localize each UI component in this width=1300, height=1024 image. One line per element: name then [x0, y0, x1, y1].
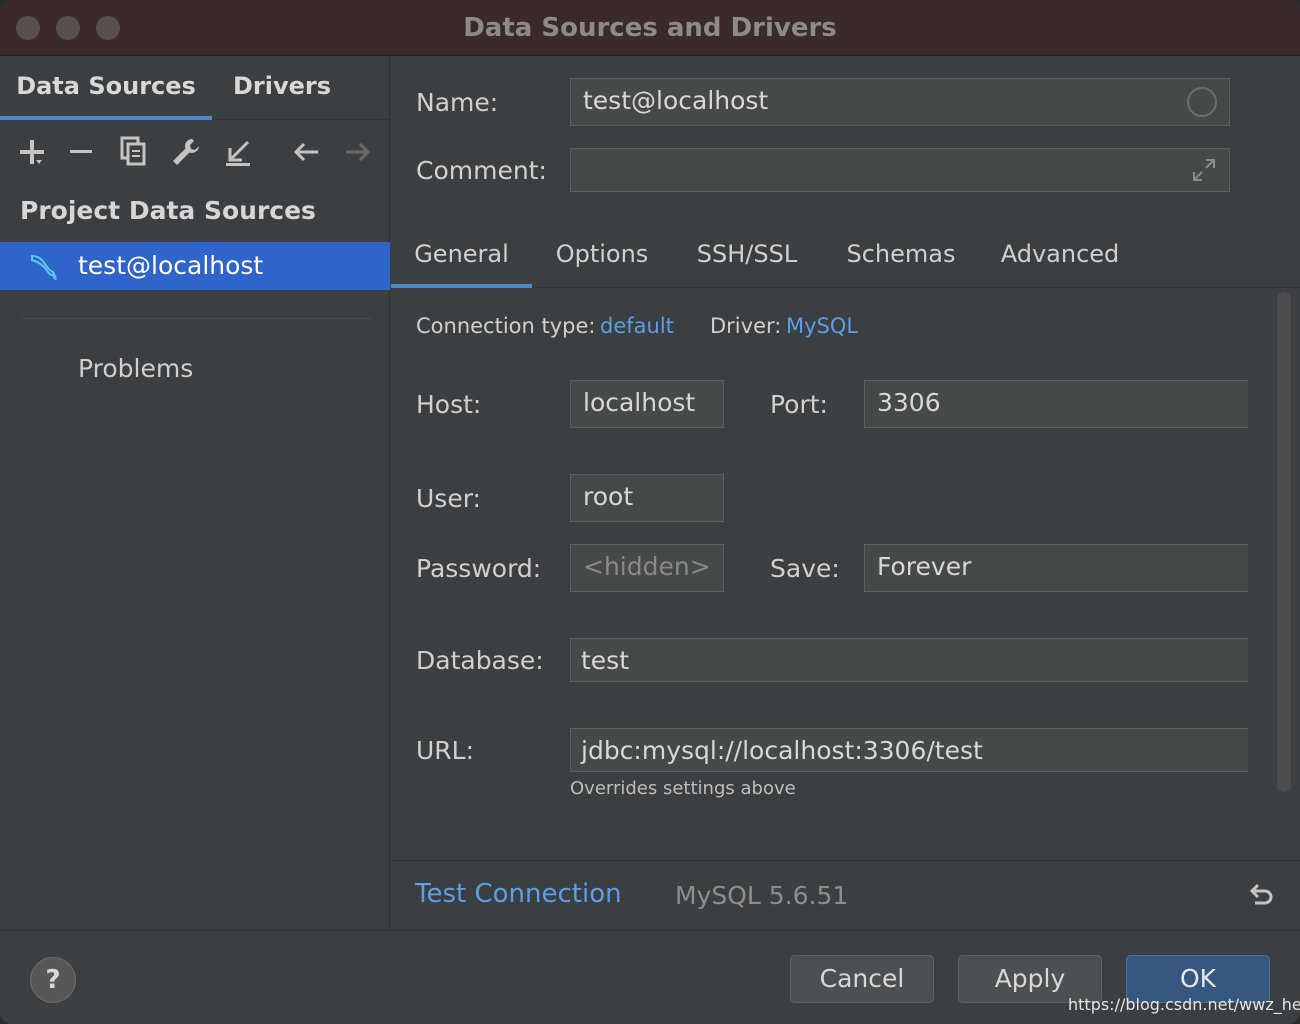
back-button[interactable]	[290, 132, 326, 172]
mysql-dolphin-icon	[31, 254, 57, 281]
status-circle-icon	[1187, 87, 1217, 117]
help-button[interactable]: ?	[30, 957, 76, 1003]
problems-item[interactable]: Problems	[78, 354, 193, 383]
right-panel: Name: test@localhost Comment: General Op…	[391, 56, 1300, 930]
left-panel: Data Sources Drivers Project Data Source…	[0, 56, 390, 930]
driver-link[interactable]: MySQL	[786, 314, 858, 338]
right-bottom-bar: Test Connection MySQL 5.6.51	[391, 860, 1300, 930]
comment-field[interactable]	[570, 148, 1230, 192]
database-label: Database:	[416, 646, 544, 675]
database-input[interactable]: test	[570, 638, 1248, 682]
duplicate-button[interactable]	[118, 132, 154, 172]
comment-label: Comment:	[416, 156, 547, 185]
watermark-text: https://blog.csdn.net/wwz_henu	[1068, 995, 1300, 1014]
tab-drivers[interactable]: Drivers	[212, 56, 352, 120]
tab-schemas[interactable]: Schemas	[835, 230, 967, 288]
url-hint: Overrides settings above	[570, 778, 796, 799]
url-label: URL:	[416, 736, 475, 765]
data-source-label: test@localhost	[78, 251, 264, 280]
properties-button[interactable]	[170, 132, 206, 172]
dialog-footer: ? Cancel Apply OK https://blog.csdn.net/…	[0, 930, 1300, 1024]
name-value: test@localhost	[583, 86, 769, 115]
import-button[interactable]	[222, 132, 258, 172]
plus-icon	[20, 140, 44, 164]
left-toolbar	[0, 120, 390, 184]
tab-data-sources[interactable]: Data Sources	[0, 56, 212, 120]
duplicate-icon	[120, 136, 146, 166]
user-input[interactable]: root	[570, 474, 724, 522]
left-divider	[22, 318, 372, 319]
name-label: Name:	[416, 88, 499, 117]
expand-icon[interactable]	[1191, 157, 1217, 183]
tab-advanced[interactable]: Advanced	[991, 230, 1129, 288]
vertical-scrollbar[interactable]	[1277, 292, 1291, 792]
save-select[interactable]: Forever	[864, 544, 1248, 592]
host-input[interactable]: localhost	[570, 380, 724, 428]
remove-button[interactable]	[66, 132, 102, 172]
settings-tab-bar: General Options SSH/SSL Schemas Advanced	[391, 230, 1300, 288]
data-source-item[interactable]: test@localhost	[0, 242, 390, 290]
host-label: Host:	[416, 390, 482, 419]
driver-label: Driver:	[710, 314, 782, 338]
save-label: Save:	[770, 554, 840, 583]
window-title: Data Sources and Drivers	[463, 13, 837, 43]
server-version: MySQL 5.6.51	[675, 881, 849, 910]
tab-ssh-ssl[interactable]: SSH/SSL	[681, 230, 813, 288]
left-tab-bar: Data Sources Drivers	[0, 56, 390, 120]
password-input[interactable]: <hidden>	[570, 544, 724, 592]
minus-icon	[70, 150, 92, 153]
title-bar: Data Sources and Drivers	[0, 0, 1300, 56]
wrench-icon	[173, 139, 199, 165]
password-label: Password:	[416, 554, 542, 583]
add-button[interactable]	[16, 132, 52, 172]
forward-button[interactable]	[342, 132, 378, 172]
forward-arrow-icon	[346, 142, 371, 162]
user-label: User:	[416, 484, 481, 513]
test-connection-link[interactable]: Test Connection	[415, 879, 622, 909]
port-input[interactable]: 3306	[864, 380, 1248, 428]
connection-type-link[interactable]: default	[600, 314, 674, 338]
connection-type-label: Connection type:	[416, 314, 596, 338]
url-input[interactable]: jdbc:mysql://localhost:3306/test	[570, 728, 1248, 772]
section-title-project-data-sources: Project Data Sources	[20, 196, 316, 225]
dialog-window: Data Sources and Drivers Data Sources Dr…	[0, 0, 1300, 1024]
tab-options[interactable]: Options	[541, 230, 663, 288]
name-field[interactable]: test@localhost	[570, 78, 1230, 126]
tab-general[interactable]: General	[391, 230, 532, 288]
revert-icon[interactable]	[1247, 881, 1275, 909]
import-icon	[226, 140, 250, 166]
cancel-button[interactable]: Cancel	[790, 955, 934, 1003]
back-arrow-icon	[293, 142, 318, 162]
password-placeholder: <hidden>	[583, 552, 711, 581]
port-label: Port:	[770, 390, 828, 419]
